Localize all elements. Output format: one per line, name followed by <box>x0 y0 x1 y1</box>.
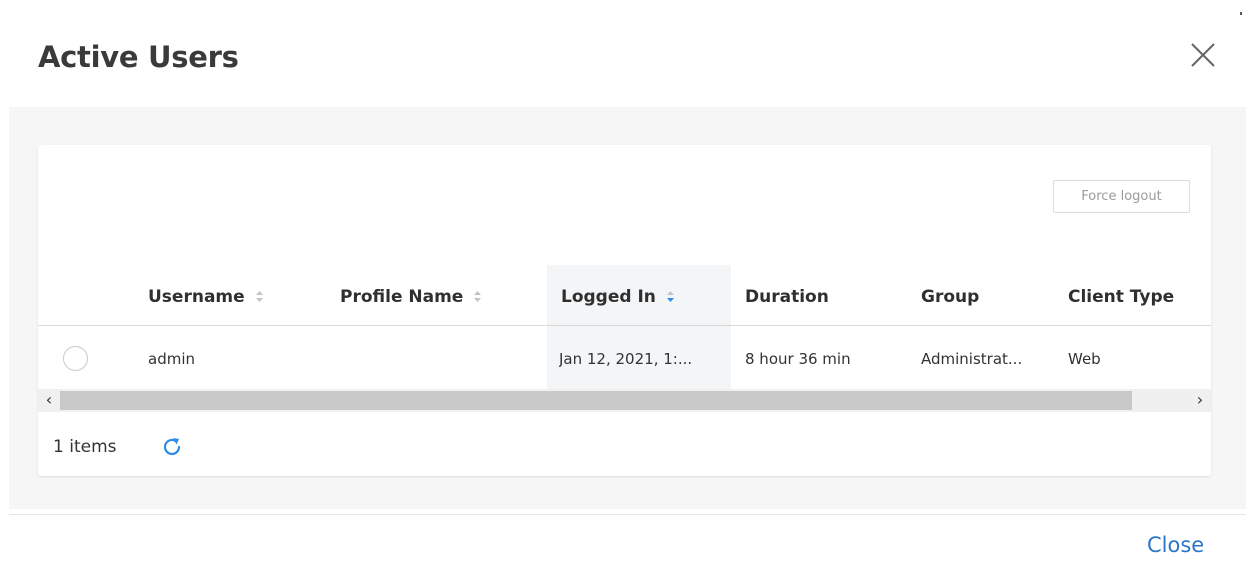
sort-icon <box>474 291 482 302</box>
users-table-card: Force logout Username Profile Name Logge… <box>38 145 1211 476</box>
cell-group: Administrat... <box>921 350 1023 368</box>
scrollbar-thumb[interactable] <box>60 391 1132 410</box>
close-x-icon[interactable] <box>1186 38 1220 72</box>
column-header-label: Logged In <box>561 287 656 307</box>
cell-logged-in: Jan 12, 2021, 1:... <box>559 350 693 368</box>
column-header-logged-in[interactable]: Logged In <box>561 287 675 307</box>
sorted-column-highlight <box>547 265 731 389</box>
column-header-group: Group <box>921 287 980 307</box>
sort-descending-icon <box>666 291 674 302</box>
close-button[interactable]: Close <box>1147 533 1204 557</box>
column-header-client-type: Client Type <box>1068 287 1175 307</box>
dialog-title: Active Users <box>38 40 239 74</box>
cell-username: admin <box>148 350 195 368</box>
item-count: 1 items <box>53 437 117 457</box>
corner-mark <box>1240 12 1242 15</box>
column-header-profile-name[interactable]: Profile Name <box>340 287 482 307</box>
cell-client-type: Web <box>1068 350 1101 368</box>
dialog-body: Force logout Username Profile Name Logge… <box>9 107 1246 509</box>
row-select-radio[interactable] <box>63 346 88 371</box>
column-header-label: Profile Name <box>340 287 464 307</box>
cell-duration: 8 hour 36 min <box>745 350 851 368</box>
footer-divider <box>9 514 1246 515</box>
refresh-icon[interactable] <box>160 435 184 459</box>
header-divider <box>38 325 1211 326</box>
column-header-username[interactable]: Username <box>148 287 264 307</box>
scroll-right-icon[interactable]: › <box>1189 389 1211 412</box>
horizontal-scrollbar[interactable]: ‹ › <box>38 389 1211 412</box>
scroll-left-icon[interactable]: ‹ <box>38 389 60 412</box>
force-logout-button[interactable]: Force logout <box>1053 180 1190 213</box>
column-header-label: Username <box>148 287 245 307</box>
sort-icon <box>255 291 263 302</box>
column-header-duration: Duration <box>745 287 829 307</box>
